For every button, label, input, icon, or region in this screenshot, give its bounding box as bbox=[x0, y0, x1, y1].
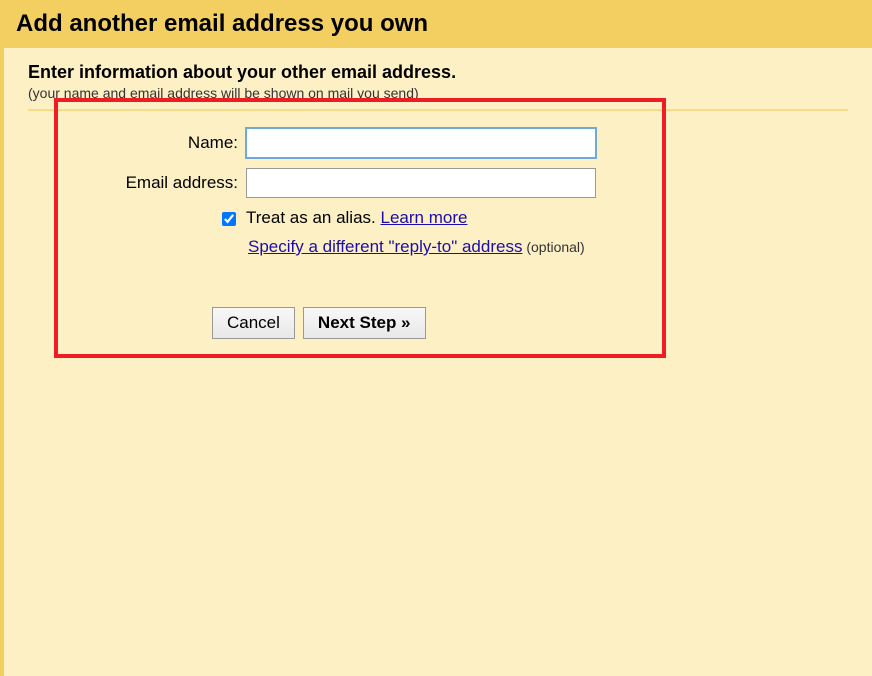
next-step-button[interactable]: Next Step » bbox=[303, 307, 426, 339]
reply-to-optional: (optional) bbox=[522, 239, 584, 255]
email-input[interactable] bbox=[246, 168, 596, 198]
reply-to-link[interactable]: Specify a different "reply-to" address bbox=[248, 237, 522, 256]
page-title: Add another email address you own bbox=[16, 10, 860, 38]
section-subtitle: Enter information about your other email… bbox=[28, 62, 848, 83]
dialog-header: Add another email address you own bbox=[4, 0, 872, 48]
form-highlight-box: Name: Email address: Treat as an alias. … bbox=[54, 98, 666, 358]
alias-text: Treat as an alias. bbox=[246, 208, 381, 227]
cancel-button[interactable]: Cancel bbox=[212, 307, 295, 339]
alias-checkbox[interactable] bbox=[222, 212, 236, 226]
name-label: Name: bbox=[78, 133, 246, 153]
learn-more-link[interactable]: Learn more bbox=[381, 208, 468, 227]
email-label: Email address: bbox=[78, 173, 246, 193]
name-input[interactable] bbox=[246, 128, 596, 158]
